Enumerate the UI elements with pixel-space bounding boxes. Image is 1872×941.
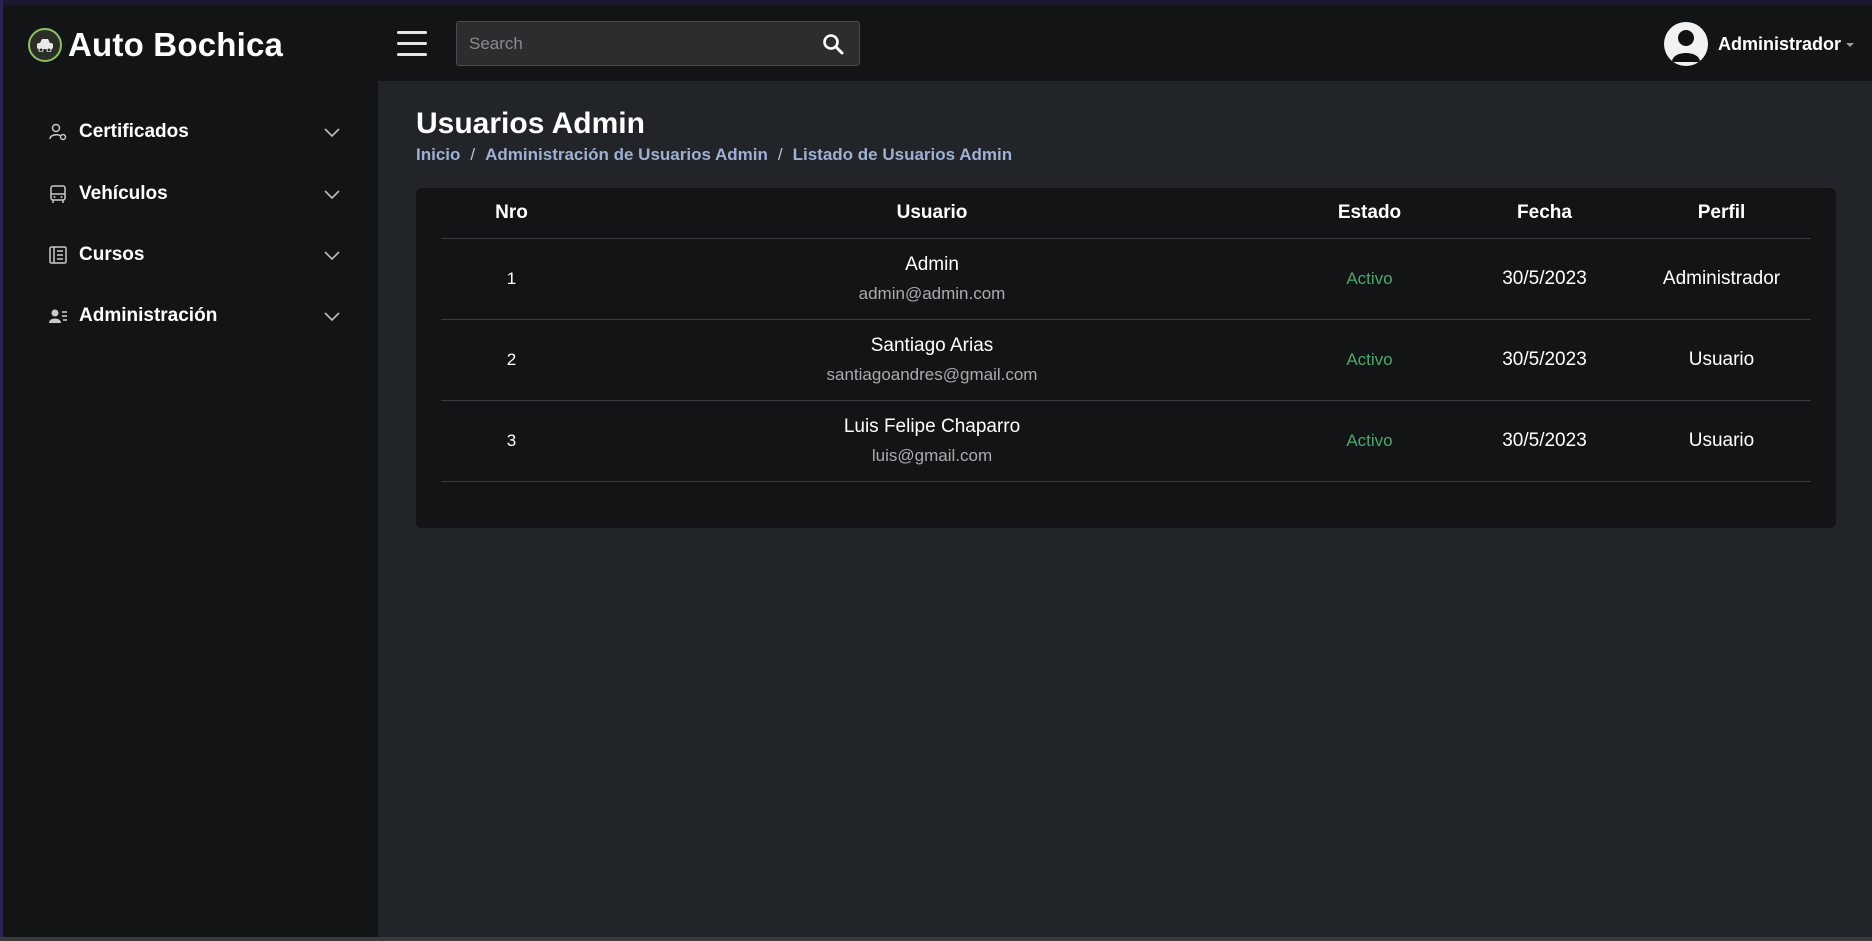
status-badge: Activo <box>1282 238 1457 320</box>
users-table: Nro Usuario Estado Fecha Perfil 1 Admin … <box>441 188 1811 482</box>
users-list-icon <box>47 305 69 327</box>
breadcrumb-separator: / <box>777 145 783 164</box>
bus-icon <box>47 183 69 205</box>
user-name-text: Admin <box>905 253 959 275</box>
breadcrumb: Inicio / Administración de Usuarios Admi… <box>416 145 1012 165</box>
app-window: Auto Bochica Administrado <box>0 0 1872 941</box>
page-title: Usuarios Admin <box>416 107 645 140</box>
sidebar-item-administracion[interactable]: Administración <box>47 296 341 336</box>
sidebar-item-cursos[interactable]: Cursos <box>47 235 341 275</box>
main-content: Usuarios Admin Inicio / Administración d… <box>378 81 1872 937</box>
cell-nro: 1 <box>441 238 582 320</box>
user-email-text: luis@gmail.com <box>871 445 993 465</box>
sidebar-item-label: Vehículos <box>79 183 168 204</box>
table-row[interactable]: 2 Santiago Arias santiagoandres@gmail.co… <box>441 319 1811 401</box>
chevron-down-icon <box>324 312 340 322</box>
status-badge: Activo <box>1282 319 1457 401</box>
brand-name: Auto Bochica <box>68 26 284 63</box>
cell-fecha: 30/5/2023 <box>1457 238 1632 320</box>
menu-toggle-button[interactable] <box>397 31 427 57</box>
sidebar-item-vehiculos[interactable]: Vehículos <box>47 174 341 214</box>
cell-nro: 2 <box>441 319 582 401</box>
sidebar-item-certificados[interactable]: Certificados <box>47 112 341 152</box>
user-email-text: santiagoandres@gmail.com <box>826 364 1038 384</box>
table-header-row: Nro Usuario Estado Fecha Perfil <box>441 188 1811 239</box>
column-header-fecha[interactable]: Fecha <box>1457 188 1632 239</box>
cell-fecha: 30/5/2023 <box>1457 400 1632 482</box>
chevron-down-icon <box>324 128 340 138</box>
column-header-nro[interactable]: Nro <box>441 188 582 239</box>
sidebar-item-label: Certificados <box>79 121 189 142</box>
user-email-text: admin@admin.com <box>858 283 1006 303</box>
column-header-estado[interactable]: Estado <box>1282 188 1457 239</box>
sidebar: Certificados Vehículos Cursos Administra… <box>3 81 378 937</box>
breadcrumb-current: Listado de Usuarios Admin <box>792 145 1013 164</box>
breadcrumb-separator: / <box>470 145 476 164</box>
search-bar <box>456 21 860 66</box>
cell-usuario: Santiago Arias santiagoandres@gmail.com <box>582 319 1282 401</box>
search-input[interactable] <box>457 22 807 65</box>
hamburger-line <box>397 53 427 56</box>
search-button[interactable] <box>807 22 859 65</box>
chevron-down-icon <box>324 190 340 200</box>
user-icon <box>1672 30 1700 62</box>
newspaper-icon <box>47 244 69 266</box>
hamburger-line <box>397 31 427 34</box>
user-name-text: Luis Felipe Chaparro <box>843 415 1021 437</box>
column-header-usuario[interactable]: Usuario <box>582 188 1282 239</box>
user-cog-icon <box>47 121 69 143</box>
cell-fecha: 30/5/2023 <box>1457 319 1632 401</box>
table-row[interactable]: 3 Luis Felipe Chaparro luis@gmail.com Ac… <box>441 400 1811 482</box>
cell-nro: 3 <box>441 400 582 482</box>
breadcrumb-link-inicio[interactable]: Inicio <box>416 145 460 165</box>
window-bottom-edge <box>0 937 1872 941</box>
cell-perfil: Usuario <box>1632 319 1811 401</box>
cell-usuario: Admin admin@admin.com <box>582 238 1282 320</box>
status-badge: Activo <box>1282 400 1457 482</box>
cell-perfil: Usuario <box>1632 400 1811 482</box>
sidebar-item-label: Administración <box>79 305 218 326</box>
search-icon <box>823 33 844 54</box>
table-row[interactable]: 1 Admin admin@admin.com Activo 30/5/2023… <box>441 238 1811 320</box>
users-table-card: Nro Usuario Estado Fecha Perfil 1 Admin … <box>416 188 1836 528</box>
caret-down-icon <box>1846 43 1855 47</box>
avatar <box>1664 22 1708 66</box>
cell-usuario: Luis Felipe Chaparro luis@gmail.com <box>582 400 1282 482</box>
top-navbar: Auto Bochica Administrado <box>3 5 1872 81</box>
sidebar-item-label: Cursos <box>79 244 145 265</box>
user-menu[interactable]: Administrador <box>1664 21 1855 67</box>
user-name-text: Santiago Arias <box>870 334 994 356</box>
cell-perfil: Administrador <box>1632 238 1811 320</box>
chevron-down-icon <box>324 251 340 261</box>
breadcrumb-link-administracion[interactable]: Administración de Usuarios Admin <box>485 145 768 165</box>
car-logo-icon <box>28 28 62 62</box>
brand[interactable]: Auto Bochica <box>28 25 283 65</box>
user-name: Administrador <box>1718 33 1842 54</box>
column-header-perfil[interactable]: Perfil <box>1632 188 1811 239</box>
hamburger-line <box>397 42 427 45</box>
